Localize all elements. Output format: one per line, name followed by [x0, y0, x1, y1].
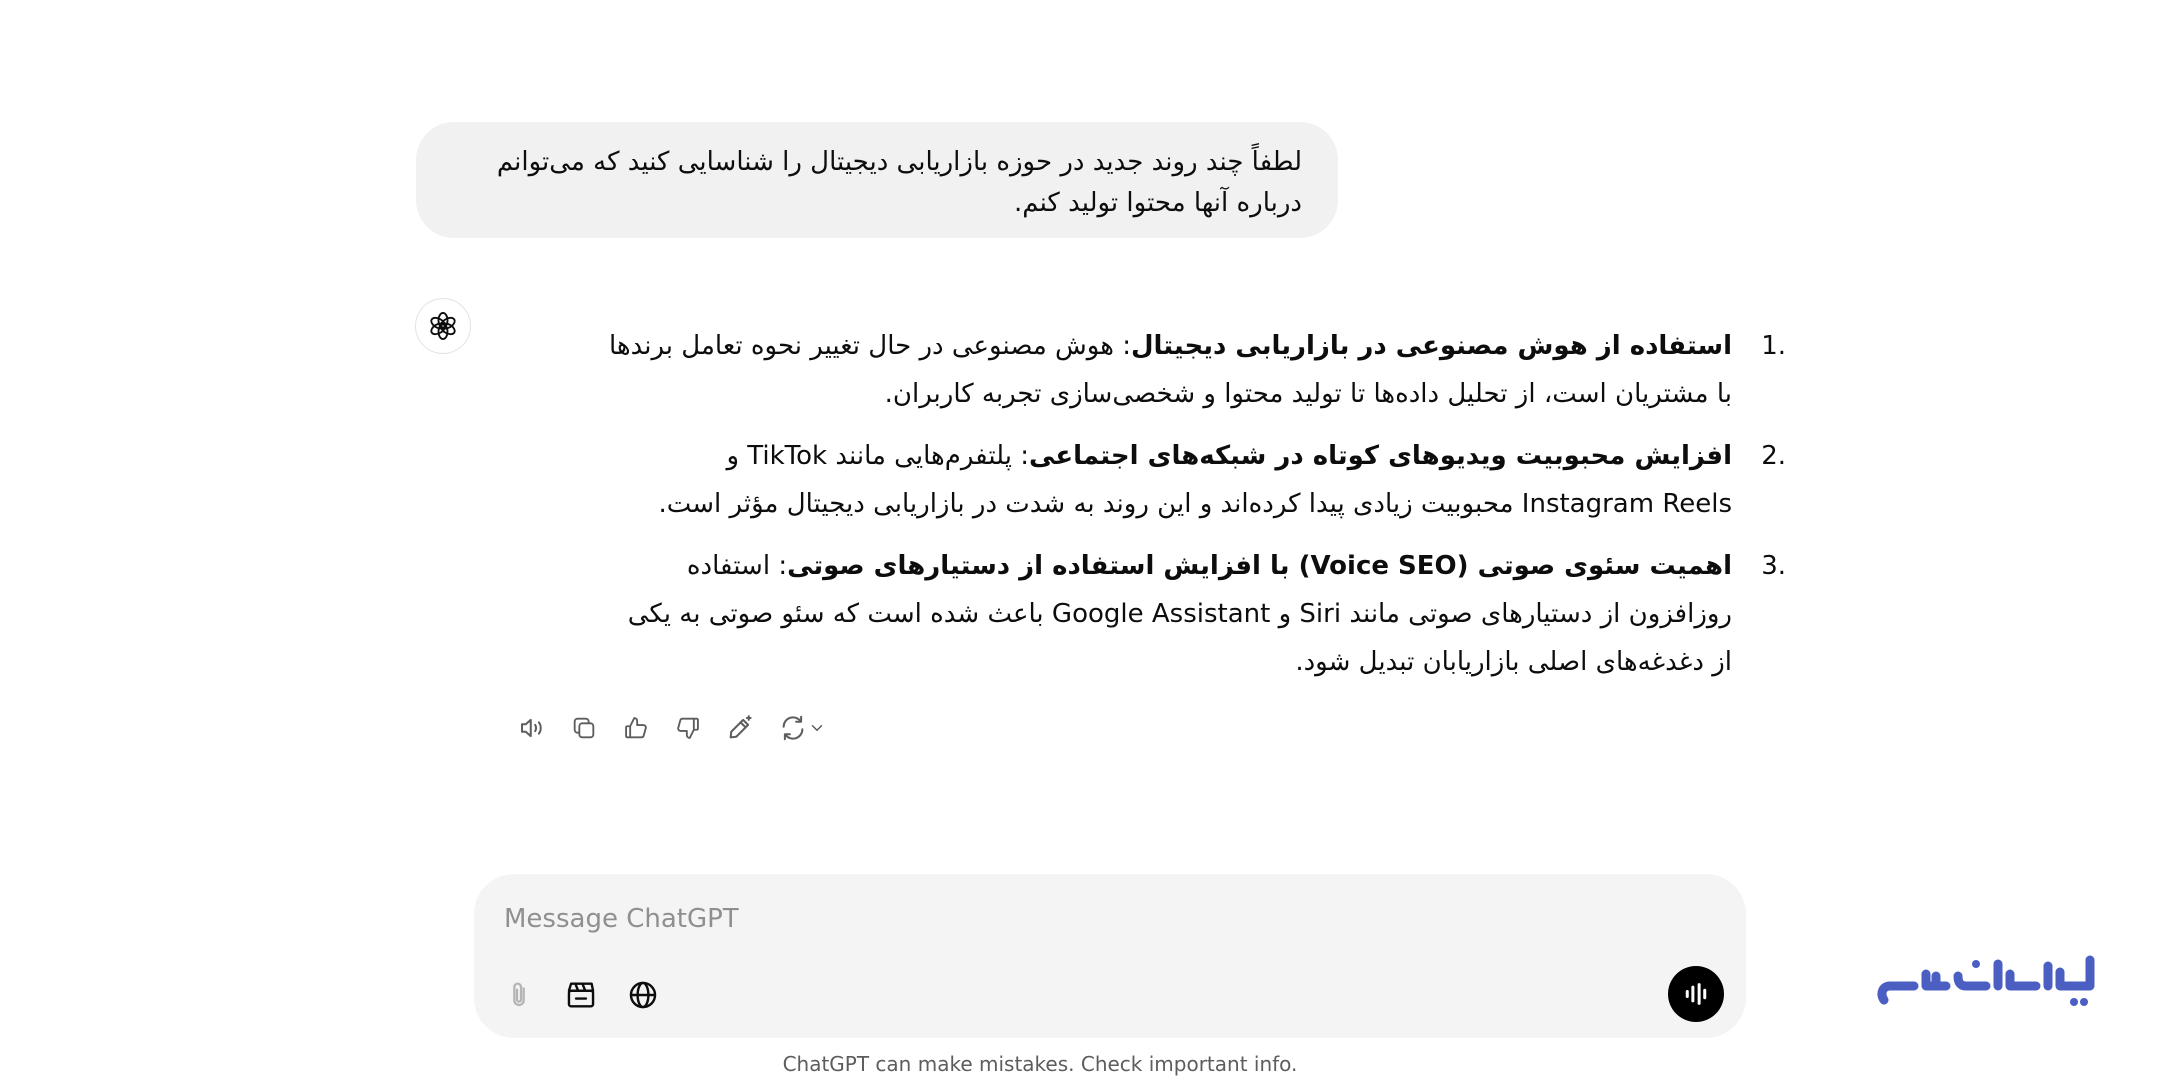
paperclip-icon [513, 982, 525, 1007]
thumbs-up-button[interactable] [616, 708, 656, 748]
message-input[interactable] [502, 900, 1606, 938]
thumbs-down-icon [677, 717, 699, 739]
list-item-number: 3. [1761, 551, 1786, 581]
user-message-text: لطفاً چند روند جدید در حوزه بازاریابی دی… [496, 147, 1302, 218]
web-search-button[interactable] [622, 974, 664, 1016]
media-button[interactable] [560, 974, 602, 1016]
voice-waveform-icon [1685, 983, 1707, 1005]
globe-icon [629, 981, 657, 1009]
assistant-avatar [415, 298, 471, 354]
list-item-title: اهمیت سئوی صوتی (Voice SEO) با افزایش اس… [787, 551, 1732, 581]
list-item-title: افزایش محبوبیت ویدیوهای کوتاه در شبکه‌ها… [1029, 441, 1732, 471]
list-item-number: 2. [1761, 441, 1786, 471]
message-actions [512, 708, 832, 748]
attach-button[interactable] [498, 974, 540, 1016]
copy-icon [573, 717, 595, 739]
iranserver-logo [1877, 955, 2095, 1006]
copy-button[interactable] [564, 708, 604, 748]
user-message-bubble: لطفاً چند روند جدید در حوزه بازاریابی دی… [416, 122, 1338, 238]
disclaimer-text: ChatGPT can make mistakes. Check importa… [782, 1052, 1298, 1076]
assistant-message: 1. استفاده از هوش مصنوعی در بازاریابی دی… [600, 322, 1786, 700]
regenerate-icon [782, 715, 804, 741]
edit-canvas-button[interactable] [720, 708, 760, 748]
clapperboard-icon [567, 982, 595, 1008]
list-item: 2. افزایش محبوبیت ویدیوهای کوتاه در شبکه… [600, 432, 1786, 528]
openai-logo-icon [430, 312, 456, 340]
list-item: 1. استفاده از هوش مصنوعی در بازاریابی دی… [600, 322, 1786, 418]
read-aloud-icon [521, 718, 542, 738]
list-item-title: استفاده از هوش مصنوعی در بازاریابی دیجیت… [1130, 331, 1732, 361]
composer-tools [498, 974, 664, 1016]
regenerate-button[interactable] [772, 708, 832, 748]
thumbs-up-icon [625, 717, 647, 739]
read-aloud-button[interactable] [512, 708, 552, 748]
chat-window: لطفاً چند روند جدید در حوزه بازاریابی دی… [0, 0, 2160, 1080]
list-item: 3. اهمیت سئوی صوتی (Voice SEO) با افزایش… [600, 542, 1786, 686]
chevron-down-icon [811, 725, 823, 731]
message-composer [474, 874, 1746, 1038]
voice-mode-button[interactable] [1668, 966, 1724, 1022]
list-item-number: 1. [1761, 331, 1786, 361]
thumbs-down-button[interactable] [668, 708, 708, 748]
edit-canvas-icon [729, 715, 752, 739]
